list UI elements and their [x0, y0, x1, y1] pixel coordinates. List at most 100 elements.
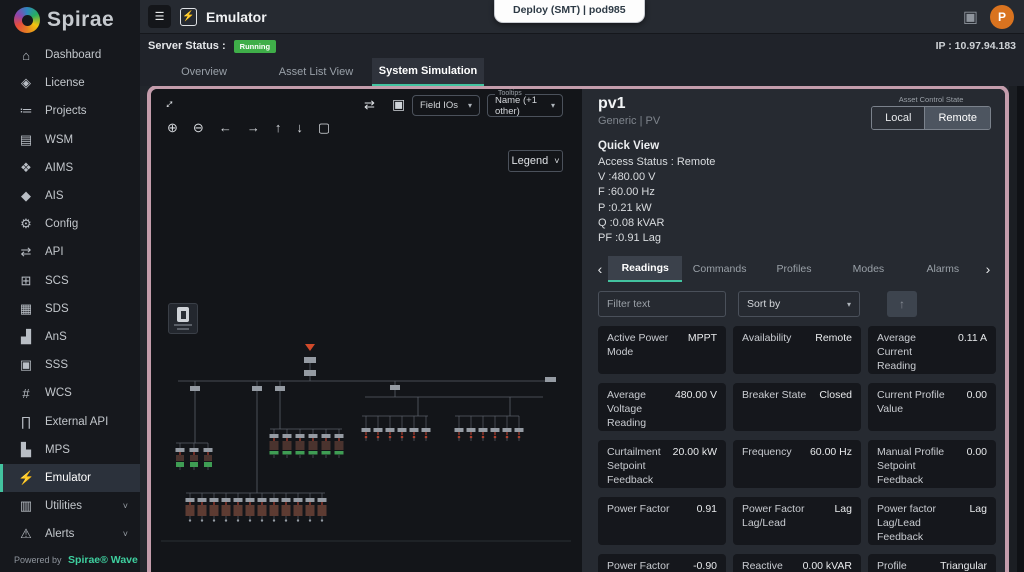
calendar-icon: ▦	[19, 300, 33, 316]
reading-card[interactable]: Curtailment Setpoint Feedback 20.00 kW	[598, 440, 726, 489]
reading-value: 0.11 A	[958, 332, 987, 345]
sidebar-item-label: WCS	[45, 387, 72, 400]
zoom-in-icon[interactable]: ⊕	[167, 121, 178, 134]
scrollbar-thumb[interactable]	[1017, 86, 1024, 572]
sidebar-item-label: AnS	[45, 330, 67, 343]
simulation-canvas[interactable]: ↕ ⇄ ▣ Field IOs ▾ Tooltips Name (+1 othe…	[151, 89, 582, 572]
scrollbar-track[interactable]	[1009, 86, 1024, 572]
sidebar-item-label: Config	[45, 218, 79, 231]
chevron-down-icon: ˅	[554, 156, 560, 166]
server-icon: ▤	[19, 131, 33, 147]
reading-card[interactable]: Reactive Power Setpoint Feedback 0.00 kVA…	[733, 554, 861, 572]
sidebar-item-external-api[interactable]: ∏ External API	[0, 407, 140, 435]
bar-chart-icon: ▟	[21, 328, 31, 344]
reading-card[interactable]: Average Voltage Reading 480.00 V	[598, 383, 726, 432]
resize-icon[interactable]: ↕	[163, 96, 178, 111]
reading-card[interactable]: Power Factor 0.91	[598, 497, 726, 546]
sidebar-item-sds[interactable]: ▦ SDS	[0, 295, 140, 323]
reading-card[interactable]: Breaker State Closed	[733, 383, 861, 432]
reading-value: Lag	[834, 503, 852, 516]
sidebar-item-label: Alerts	[45, 528, 75, 541]
control-state-remote-button[interactable]: Remote	[924, 107, 990, 129]
shuffle-icon[interactable]: ⇄	[364, 98, 375, 111]
sidebar-item-scs[interactable]: ⊞ SCS	[0, 267, 140, 295]
sort-by-dropdown[interactable]: Sort by ▾	[738, 291, 860, 318]
fit-view-icon[interactable]: ▢	[318, 121, 330, 134]
asset-tab-commands[interactable]: Commands	[682, 256, 756, 282]
brand-logo[interactable]: Spirae	[0, 0, 140, 37]
reading-value: 480.00 V	[674, 389, 717, 402]
user-avatar[interactable]: P	[990, 4, 1014, 29]
sidebar-item-ans[interactable]: ▟ AnS	[0, 323, 140, 351]
sidebar-item-dashboard[interactable]: ⌂ Dashboard	[0, 41, 140, 69]
field-ios-dropdown[interactable]: Field IOs ▾	[412, 95, 480, 116]
zoom-out-icon[interactable]: ⊖	[193, 121, 204, 134]
sidebar-item-wcs[interactable]: # WCS	[0, 379, 140, 407]
pan-left-icon[interactable]: ←	[219, 121, 232, 134]
quick-view-line: F :60.00 Hz	[598, 186, 655, 199]
app-root: Spirae ⌂ Dashboard ◈ License ≔ Projects ▤ WSM ❖ A…	[0, 0, 1024, 572]
sidebar-item-utilities[interactable]: ▥ Utilities ˅	[0, 492, 140, 520]
reading-card[interactable]: Active Power Mode MPPT	[598, 326, 726, 375]
tab-asset-list-view[interactable]: Asset List View	[260, 58, 372, 86]
sitemap-icon: ⊞	[20, 272, 32, 288]
sidebar-item-emulator[interactable]: ⚡ Emulator	[0, 463, 140, 493]
tab-overview[interactable]: Overview	[148, 58, 260, 86]
sidebar-item-label: API	[45, 246, 64, 259]
tabs-scroll-left-icon[interactable]: ‹	[592, 256, 608, 282]
reading-label: Availability	[742, 332, 792, 345]
sidebar-item-api[interactable]: ⇄ API	[0, 238, 140, 266]
sidebar-item-alerts[interactable]: ⚠ Alerts ˅	[0, 520, 140, 548]
asset-tab-modes[interactable]: Modes	[831, 256, 905, 282]
tabs-scroll-right-icon[interactable]: ›	[980, 256, 996, 282]
reading-card[interactable]: Power Factor Lag/Lead Lag	[733, 497, 861, 546]
sidebar-item-label: AIMS	[45, 161, 74, 174]
control-state-local-button[interactable]: Local	[872, 107, 925, 129]
sidebar-item-projects[interactable]: ≔ Projects	[0, 97, 140, 125]
pan-up-icon[interactable]: ↑	[275, 121, 282, 134]
sidebar-item-license[interactable]: ◈ License	[0, 69, 140, 97]
asset-node-card[interactable]	[168, 303, 198, 334]
gear-icon: ⚙	[20, 216, 32, 232]
tab-system-simulation[interactable]: System Simulation	[372, 58, 484, 86]
asset-tab-alarms[interactable]: Alarms	[906, 256, 980, 282]
sidebar-item-wsm[interactable]: ▤ WSM	[0, 126, 140, 154]
reading-label: Reactive Power Setpoint Feedback	[742, 560, 783, 572]
reading-card[interactable]: Frequency 60.00 Hz	[733, 440, 861, 489]
legend-button[interactable]: Legend ˅	[508, 150, 563, 172]
sidebar-item-label: SSS	[45, 359, 69, 372]
reading-card[interactable]: Power factor Lag/Lead Feedback Lag	[868, 497, 996, 546]
chip-toggle-icon[interactable]: ▣	[392, 97, 405, 111]
sidebar-item-sss[interactable]: ▣ SSS	[0, 351, 140, 379]
reading-card[interactable]: Availability Remote	[733, 326, 861, 375]
tooltips-dropdown[interactable]: Tooltips Name (+1 other) ▾	[487, 90, 563, 117]
control-state-toggle: Local Remote	[871, 106, 991, 130]
main-tabbar: Overview Asset List View System Simulation	[140, 58, 1024, 86]
deploy-tooltip: Deploy (SMT) | pod985	[494, 0, 645, 23]
quick-view-title: Quick View	[598, 140, 660, 152]
filter-input[interactable]	[598, 291, 726, 318]
powered-by-brand: Spirae® Wave	[68, 554, 138, 567]
sidebar-item-ais[interactable]: ◆ AIS	[0, 182, 140, 210]
table-icon: ▥	[19, 498, 33, 514]
chip-icon[interactable]: ▣	[963, 7, 978, 27]
asset-tab-profiles[interactable]: Profiles	[757, 256, 831, 282]
quick-view-line: Access Status : Remote	[598, 156, 716, 168]
sort-direction-button[interactable]: ↑	[887, 291, 917, 318]
reading-card[interactable]: Manual Profile Setpoint Feedback 0.00	[868, 440, 996, 489]
dropdown-arrow-icon: ▾	[467, 101, 472, 110]
sidebar-item-label: Projects	[45, 105, 87, 118]
reading-card[interactable]: Profile Selector Feedback Triangular	[868, 554, 996, 572]
menu-button[interactable]: ☰	[148, 5, 171, 28]
dropdown-arrow-icon: ▾	[846, 299, 851, 309]
reading-card[interactable]: Power Factor Setpoint Feedback -0.90	[598, 554, 726, 572]
asset-tab-readings[interactable]: Readings	[608, 256, 683, 283]
pan-right-icon[interactable]: →	[247, 121, 260, 134]
sidebar-item-mps[interactable]: ▙ MPS	[0, 436, 140, 464]
reading-card[interactable]: Average Current Reading 0.11 A	[868, 326, 996, 375]
pan-down-icon[interactable]: ↓	[296, 121, 303, 134]
sidebar-item-aims[interactable]: ❖ AIMS	[0, 154, 140, 182]
reading-label: Manual Profile Setpoint Feedback	[877, 446, 945, 486]
sidebar-item-config[interactable]: ⚙ Config	[0, 210, 140, 238]
reading-card[interactable]: Current Profile Value 0.00	[868, 383, 996, 432]
